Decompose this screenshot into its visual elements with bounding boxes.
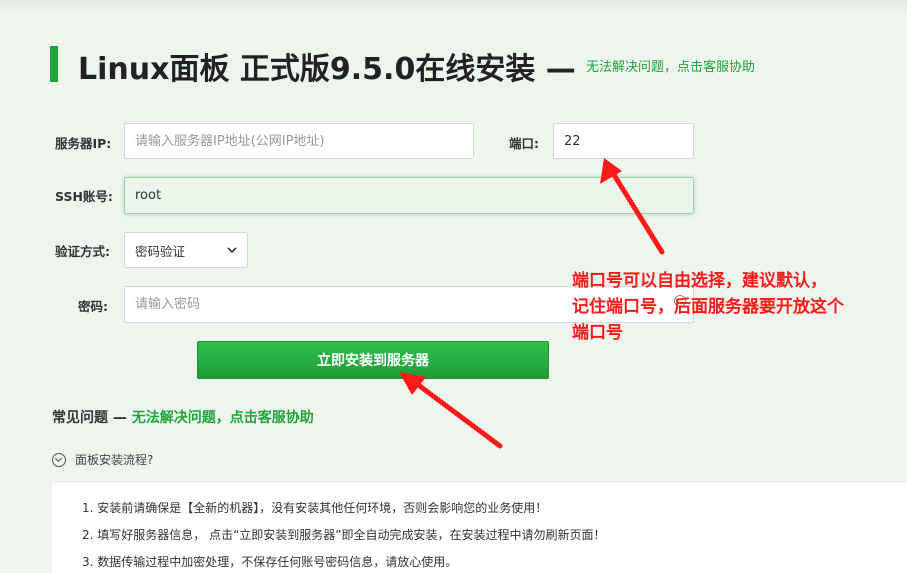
arrow-to-port-line xyxy=(608,167,665,255)
port-annotation-note: 端口号可以自由选择，建议默认， 记住端口号，后面服务器要开放这个 端口号 xyxy=(572,271,844,343)
arrow-to-install-line xyxy=(410,378,503,449)
arrow-to-install-head xyxy=(399,372,426,395)
